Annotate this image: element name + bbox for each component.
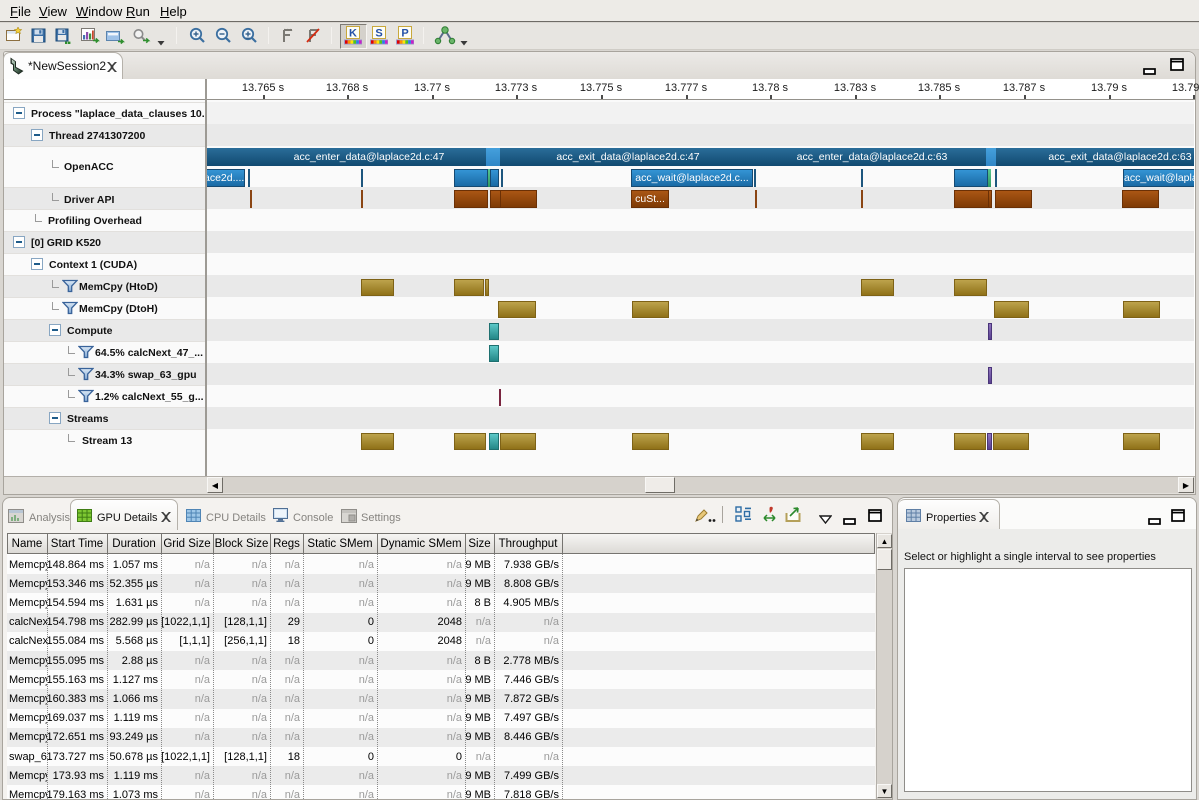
svg-text:K: K xyxy=(349,28,357,40)
svg-text:P: P xyxy=(401,28,408,40)
svg-text:S: S xyxy=(375,28,382,40)
